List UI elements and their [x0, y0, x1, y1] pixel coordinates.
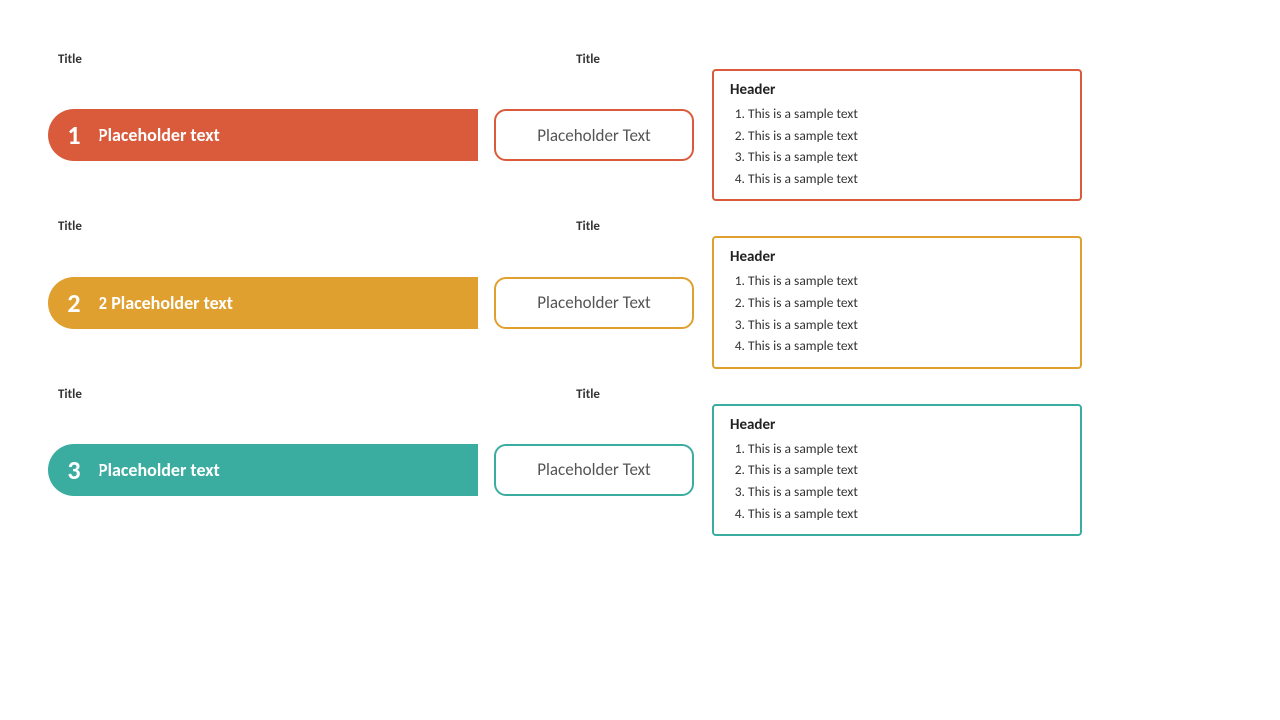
row3-list-item-3: This is a sample text	[748, 481, 1064, 503]
row1-list-item-3: This is a sample text	[748, 146, 1064, 168]
row1-label-middle: Title	[478, 52, 698, 67]
row1-label-left: Title	[48, 52, 478, 67]
row1-list-item-1: This is a sample text	[748, 103, 1064, 125]
row2-number-badge: 2	[48, 277, 100, 329]
row2-middle-text: Placeholder Text	[537, 292, 651, 313]
row2-list-item-2: This is a sample text	[748, 292, 1064, 314]
row3-right-panel: HeaderThis is a sample textThis is a sam…	[712, 404, 1082, 536]
row1-list-item-4: This is a sample text	[748, 168, 1064, 190]
row2-list-item-1: This is a sample text	[748, 270, 1064, 292]
row1-right-list: This is a sample textThis is a sample te…	[730, 103, 1064, 189]
row1-number-badge: 1	[48, 109, 100, 161]
row2-label-left: Title	[48, 219, 478, 234]
row3-list-item-1: This is a sample text	[748, 438, 1064, 460]
row3-right-list: This is a sample textThis is a sample te…	[730, 438, 1064, 524]
row3-list-item-4: This is a sample text	[748, 503, 1064, 525]
row2-right-header: Header	[730, 248, 1064, 266]
rows-container: TitleTitle1Placeholder textPlaceholder T…	[48, 52, 1232, 536]
row2-list-item-4: This is a sample text	[748, 335, 1064, 357]
row3-list-item-2: This is a sample text	[748, 459, 1064, 481]
row3-middle-text: Placeholder Text	[537, 459, 651, 480]
row3-arrow-text: Placeholder text	[98, 459, 220, 481]
row-2: TitleTitle 22 Placeholder text Placeholder…	[48, 219, 1232, 368]
row1-right-header: Header	[730, 81, 1064, 99]
row2-right-list: This is a sample textThis is a sample te…	[730, 270, 1064, 356]
slide: TitleTitle1Placeholder textPlaceholder T…	[0, 0, 1280, 720]
row2-arrow-text: 2 Placeholder text	[98, 292, 233, 314]
row-1: TitleTitle 1Placeholder text Placeholder T…	[48, 52, 1232, 201]
row1-arrow-text: Placeholder text	[98, 124, 220, 146]
row-3: TitleTitle 3Placeholder text Placeholder T…	[48, 387, 1232, 536]
row2-right-panel: HeaderThis is a sample textThis is a sam…	[712, 236, 1082, 368]
row3-label-left: Title	[48, 387, 478, 402]
row3-label-middle: Title	[478, 387, 698, 402]
row1-right-panel: HeaderThis is a sample textThis is a sam…	[712, 69, 1082, 201]
row1-list-item-2: This is a sample text	[748, 125, 1064, 147]
row3-right-header: Header	[730, 416, 1064, 434]
row2-list-item-3: This is a sample text	[748, 314, 1064, 336]
row3-number-badge: 3	[48, 444, 100, 496]
row1-middle-text: Placeholder Text	[537, 125, 651, 146]
row2-label-middle: Title	[478, 219, 698, 234]
